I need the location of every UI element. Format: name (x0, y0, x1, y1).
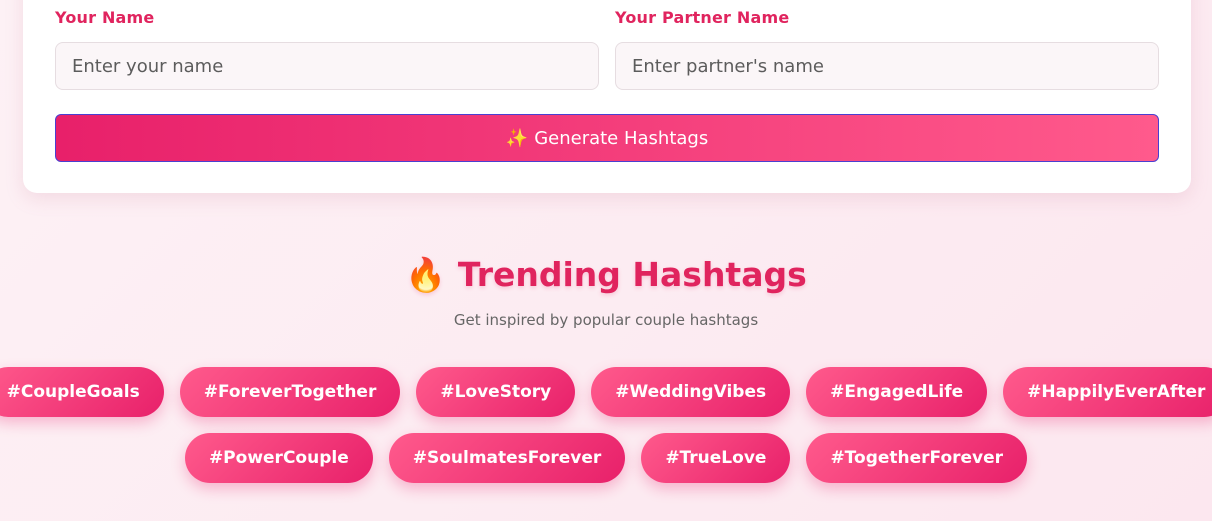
sparkles-icon: ✨ (505, 127, 529, 149)
trending-subtitle: Get inspired by popular couple hashtags (453, 311, 759, 329)
generate-button-label: Generate Hashtags (534, 127, 709, 149)
hashtag-chip[interactable]: #CoupleGoals (0, 367, 164, 417)
hashtag-form-card: Your Name Your Partner Name ✨ Generate H… (23, 0, 1191, 193)
trending-title-text: Trending Hashtags (457, 255, 807, 294)
your-name-label: Your Name (55, 8, 155, 27)
partner-name-input[interactable] (615, 42, 1159, 90)
hashtag-chip[interactable]: #EngagedLife (806, 367, 988, 417)
hashtag-chip[interactable]: #TrueLove (641, 433, 791, 483)
hashtag-row-2: #PowerCouple #SoulmatesForever #TrueLove… (0, 433, 1212, 483)
hashtag-chip[interactable]: #PowerCouple (184, 433, 373, 483)
hashtag-chip[interactable]: #LoveStory (416, 367, 576, 417)
partner-name-label: Your Partner Name (615, 8, 790, 27)
your-name-input[interactable] (55, 42, 599, 90)
hashtag-chip[interactable]: #TogetherForever (806, 433, 1028, 483)
hashtag-chip[interactable]: #WeddingVibes (591, 367, 791, 417)
hashtag-chip[interactable]: #ForeverTogether (179, 367, 401, 417)
generate-hashtags-button[interactable]: ✨ Generate Hashtags (55, 114, 1159, 162)
fire-icon: 🔥 (405, 255, 447, 294)
trending-title: 🔥 Trending Hashtags (0, 255, 1212, 295)
hashtag-chip[interactable]: #SoulmatesForever (388, 433, 626, 483)
hashtag-row-1: #CoupleGoals #ForeverTogether #LoveStory… (0, 367, 1212, 417)
hashtag-chip[interactable]: #HappilyEverAfter (1003, 367, 1212, 417)
